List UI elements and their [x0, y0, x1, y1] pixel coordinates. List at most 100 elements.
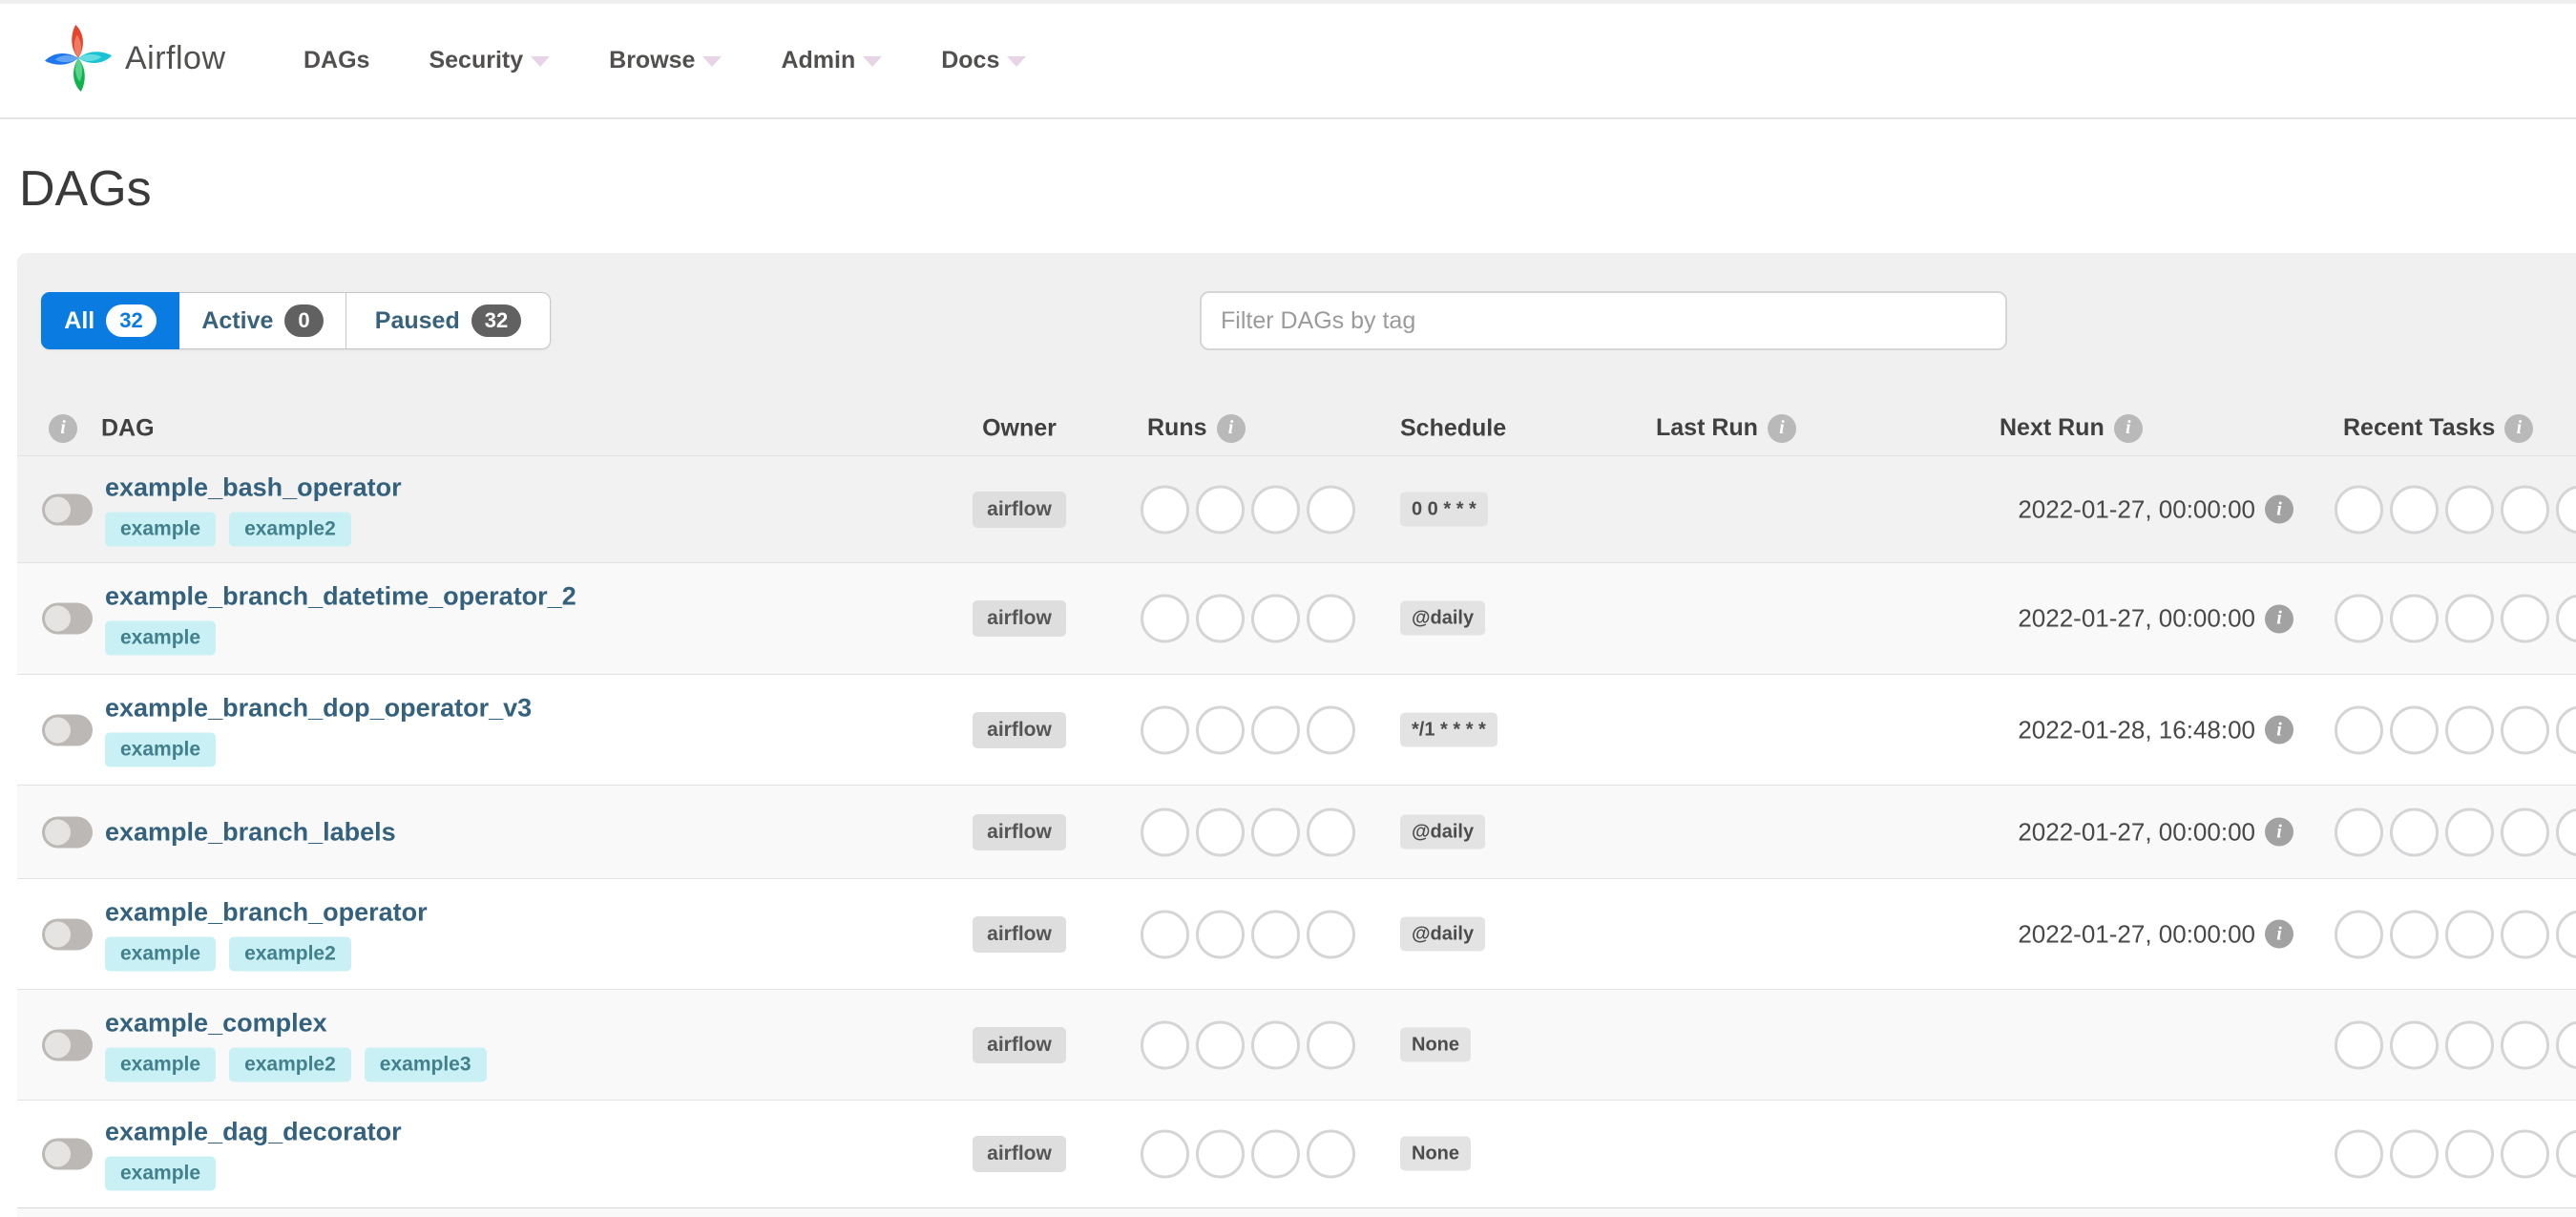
recent-task-circle[interactable]	[2335, 594, 2383, 643]
owner-badge[interactable]: airflow	[973, 915, 1066, 953]
dag-tag-badge[interactable]: example	[105, 1156, 217, 1191]
dag-pause-toggle[interactable]	[42, 1029, 93, 1060]
run-status-circle[interactable]	[1251, 1129, 1300, 1179]
recent-task-circle[interactable]	[2501, 808, 2549, 856]
owner-badge[interactable]: airflow	[973, 711, 1066, 748]
recent-task-circle[interactable]	[2445, 910, 2494, 958]
recent-task-circle[interactable]	[2335, 705, 2383, 754]
recent-task-circle[interactable]	[2501, 705, 2549, 754]
owner-badge[interactable]: airflow	[973, 1136, 1066, 1172]
recent-task-circle[interactable]	[2390, 910, 2439, 958]
run-status-circle[interactable]	[1307, 485, 1355, 534]
run-status-circle[interactable]	[1307, 1020, 1355, 1069]
owner-badge[interactable]: airflow	[973, 1026, 1066, 1063]
run-status-circle[interactable]	[1196, 1129, 1245, 1179]
run-status-circle[interactable]	[1141, 910, 1189, 958]
run-status-circle[interactable]	[1251, 808, 1300, 856]
run-status-circle[interactable]	[1141, 485, 1189, 534]
recent-task-circle[interactable]	[2445, 808, 2494, 856]
dag-pause-toggle[interactable]	[42, 816, 93, 848]
dag-name-link[interactable]: example_bash_operator	[105, 472, 402, 502]
run-status-circle[interactable]	[1251, 705, 1300, 754]
recent-task-circle[interactable]	[2445, 594, 2494, 643]
tab-all[interactable]: All 32	[41, 292, 179, 349]
dag-tag-badge[interactable]: example	[105, 732, 217, 766]
recent-task-circle[interactable]	[2556, 1020, 2576, 1069]
owner-badge[interactable]: airflow	[973, 491, 1066, 528]
run-status-circle[interactable]	[1141, 1020, 1189, 1069]
nav-item-security[interactable]: Security	[429, 47, 551, 74]
recent-task-circle[interactable]	[2390, 1129, 2439, 1179]
tag-filter-input[interactable]	[1200, 291, 2007, 350]
run-status-circle[interactable]	[1307, 1129, 1355, 1179]
run-status-circle[interactable]	[1141, 594, 1189, 643]
dag-name-link[interactable]: example_branch_datetime_operator_2	[105, 582, 576, 612]
run-status-circle[interactable]	[1196, 594, 1245, 643]
airflow-brand[interactable]: Airflow	[45, 19, 226, 97]
dag-pause-toggle[interactable]	[42, 602, 93, 635]
run-status-circle[interactable]	[1251, 594, 1300, 643]
recent-task-circle[interactable]	[2501, 1129, 2549, 1179]
run-status-circle[interactable]	[1307, 910, 1355, 958]
recent-task-circle[interactable]	[2390, 485, 2439, 534]
recent-task-circle[interactable]	[2445, 1129, 2494, 1179]
run-status-circle[interactable]	[1141, 705, 1189, 754]
nav-item-docs[interactable]: Docs	[941, 47, 1027, 74]
recent-task-circle[interactable]	[2556, 594, 2576, 643]
dag-tag-badge[interactable]: example	[105, 936, 217, 971]
recent-task-circle[interactable]	[2335, 1020, 2383, 1069]
run-status-circle[interactable]	[1196, 485, 1245, 534]
recent-task-circle[interactable]	[2556, 808, 2576, 856]
dag-name-link[interactable]: example_branch_operator	[105, 897, 428, 927]
dag-name-link[interactable]: example_dag_decorator	[105, 1118, 402, 1147]
recent-task-circle[interactable]	[2390, 808, 2439, 856]
recent-task-circle[interactable]	[2501, 1020, 2549, 1069]
recent-task-circle[interactable]	[2501, 594, 2549, 643]
recent-task-circle[interactable]	[2445, 1020, 2494, 1069]
dag-tag-badge[interactable]: example	[105, 1047, 217, 1081]
tab-paused[interactable]: Paused 32	[346, 292, 551, 349]
dag-tag-badge[interactable]: example2	[229, 936, 351, 971]
recent-task-circle[interactable]	[2556, 485, 2576, 534]
recent-task-circle[interactable]	[2390, 1020, 2439, 1069]
run-status-circle[interactable]	[1141, 1129, 1189, 1179]
dag-tag-badge[interactable]: example	[105, 512, 217, 546]
run-status-circle[interactable]	[1251, 910, 1300, 958]
dag-tag-badge[interactable]: example2	[229, 512, 351, 546]
run-status-circle[interactable]	[1251, 485, 1300, 534]
run-status-circle[interactable]	[1196, 705, 1245, 754]
run-status-circle[interactable]	[1251, 1020, 1300, 1069]
run-status-circle[interactable]	[1307, 705, 1355, 754]
nav-item-dags[interactable]: DAGs	[304, 47, 369, 74]
owner-badge[interactable]: airflow	[973, 600, 1066, 637]
recent-task-circle[interactable]	[2335, 910, 2383, 958]
recent-task-circle[interactable]	[2501, 485, 2549, 534]
dag-pause-toggle[interactable]	[42, 1138, 93, 1170]
recent-task-circle[interactable]	[2556, 1129, 2576, 1179]
dag-name-link[interactable]: example_branch_labels	[105, 817, 396, 847]
dag-tag-badge[interactable]: example3	[364, 1047, 487, 1081]
recent-task-circle[interactable]	[2556, 910, 2576, 958]
dag-pause-toggle[interactable]	[42, 714, 93, 745]
nav-item-browse[interactable]: Browse	[609, 47, 723, 74]
dag-tag-badge[interactable]: example2	[229, 1047, 351, 1081]
dag-pause-toggle[interactable]	[42, 918, 93, 950]
dag-name-link[interactable]: example_branch_dop_operator_v3	[105, 693, 532, 723]
run-status-circle[interactable]	[1307, 594, 1355, 643]
recent-task-circle[interactable]	[2556, 705, 2576, 754]
run-status-circle[interactable]	[1307, 808, 1355, 856]
dag-tag-badge[interactable]: example	[105, 620, 217, 656]
recent-task-circle[interactable]	[2390, 705, 2439, 754]
recent-task-circle[interactable]	[2501, 910, 2549, 958]
recent-task-circle[interactable]	[2445, 485, 2494, 534]
recent-task-circle[interactable]	[2390, 594, 2439, 643]
recent-task-circle[interactable]	[2335, 485, 2383, 534]
owner-badge[interactable]: airflow	[973, 813, 1066, 850]
run-status-circle[interactable]	[1196, 808, 1245, 856]
tab-active[interactable]: Active 0	[179, 292, 346, 349]
run-status-circle[interactable]	[1141, 808, 1189, 856]
nav-item-admin[interactable]: Admin	[781, 47, 883, 74]
run-status-circle[interactable]	[1196, 1020, 1245, 1069]
recent-task-circle[interactable]	[2335, 1129, 2383, 1179]
recent-task-circle[interactable]	[2445, 705, 2494, 754]
